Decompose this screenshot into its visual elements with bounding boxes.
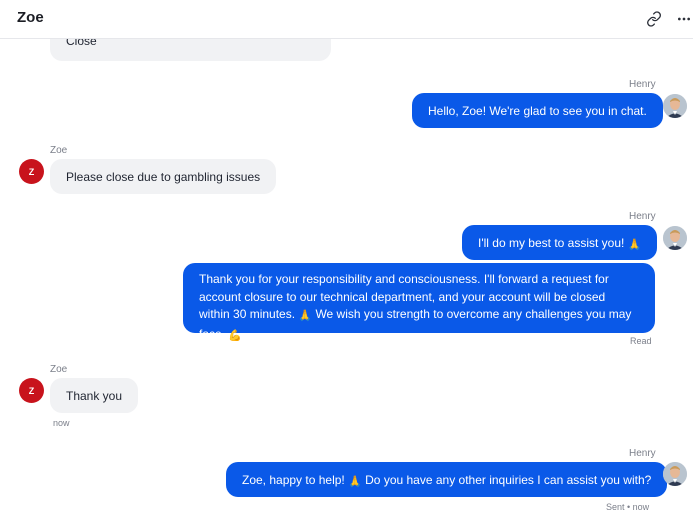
message-text: I'll do my best to assist you! — [478, 236, 625, 250]
message-bubble-outgoing: Thank you for your responsibility and co… — [183, 263, 655, 342]
message-bubble-outgoing: Hello, Zoe! We're glad to see you in cha… — [412, 93, 663, 128]
message-list[interactable]: Close Henry Hello, Zoe! We're glad to se… — [0, 39, 693, 512]
message-bubble-incoming: Close — [50, 39, 331, 61]
message-text: Thank you — [66, 389, 123, 403]
message-time: now — [53, 418, 70, 428]
chat-header: Zoe — [0, 0, 693, 39]
sender-name: Zoe — [50, 364, 68, 375]
chat-title: Zoe — [17, 9, 44, 26]
pray-emoji-icon: 🙏 — [627, 239, 642, 251]
chat-window: Zoe Close Henry Hello, Zoe! We're glad t… — [0, 0, 693, 512]
pray-emoji-icon: 🙏 — [348, 476, 362, 488]
henry-avatar — [663, 226, 687, 250]
message-text: Zoe, happy to help! — [242, 473, 345, 487]
avatar-initial: Z — [28, 385, 35, 396]
henry-avatar — [663, 94, 687, 118]
sender-name: Henry — [629, 448, 656, 459]
avatar-initial: Z — [28, 166, 35, 177]
link-icon[interactable] — [642, 7, 666, 31]
henry-avatar — [663, 462, 687, 486]
message-text: Hello, Zoe! We're glad to see you in cha… — [428, 104, 647, 118]
pray-emoji-icon: 🙏 — [298, 310, 313, 322]
zoe-avatar: Z — [19, 159, 44, 184]
message-bubble-outgoing: Zoe, happy to help! 🙏 Do you have any ot… — [226, 462, 668, 497]
sender-name: Zoe — [50, 145, 68, 156]
message-text: Close — [66, 39, 97, 48]
message-text: Please close due to gambling issues — [66, 170, 261, 184]
message-bubble-incoming: Thank you — [50, 378, 139, 413]
message-bubble-incoming: Please close due to gambling issues — [50, 159, 277, 194]
message-text: Do you have any other inquiries I can as… — [365, 473, 652, 487]
zoe-avatar: Z — [19, 378, 44, 403]
more-horizontal-icon[interactable] — [672, 7, 693, 31]
sender-name: Henry — [629, 79, 656, 90]
flexed-biceps-emoji-icon: 💪 — [228, 329, 243, 342]
message-bubble-outgoing: I'll do my best to assist you! 🙏 — [462, 225, 658, 260]
sent-status: Sent • now — [606, 502, 650, 512]
read-status: Read — [630, 336, 652, 346]
sender-name: Henry — [629, 211, 656, 222]
